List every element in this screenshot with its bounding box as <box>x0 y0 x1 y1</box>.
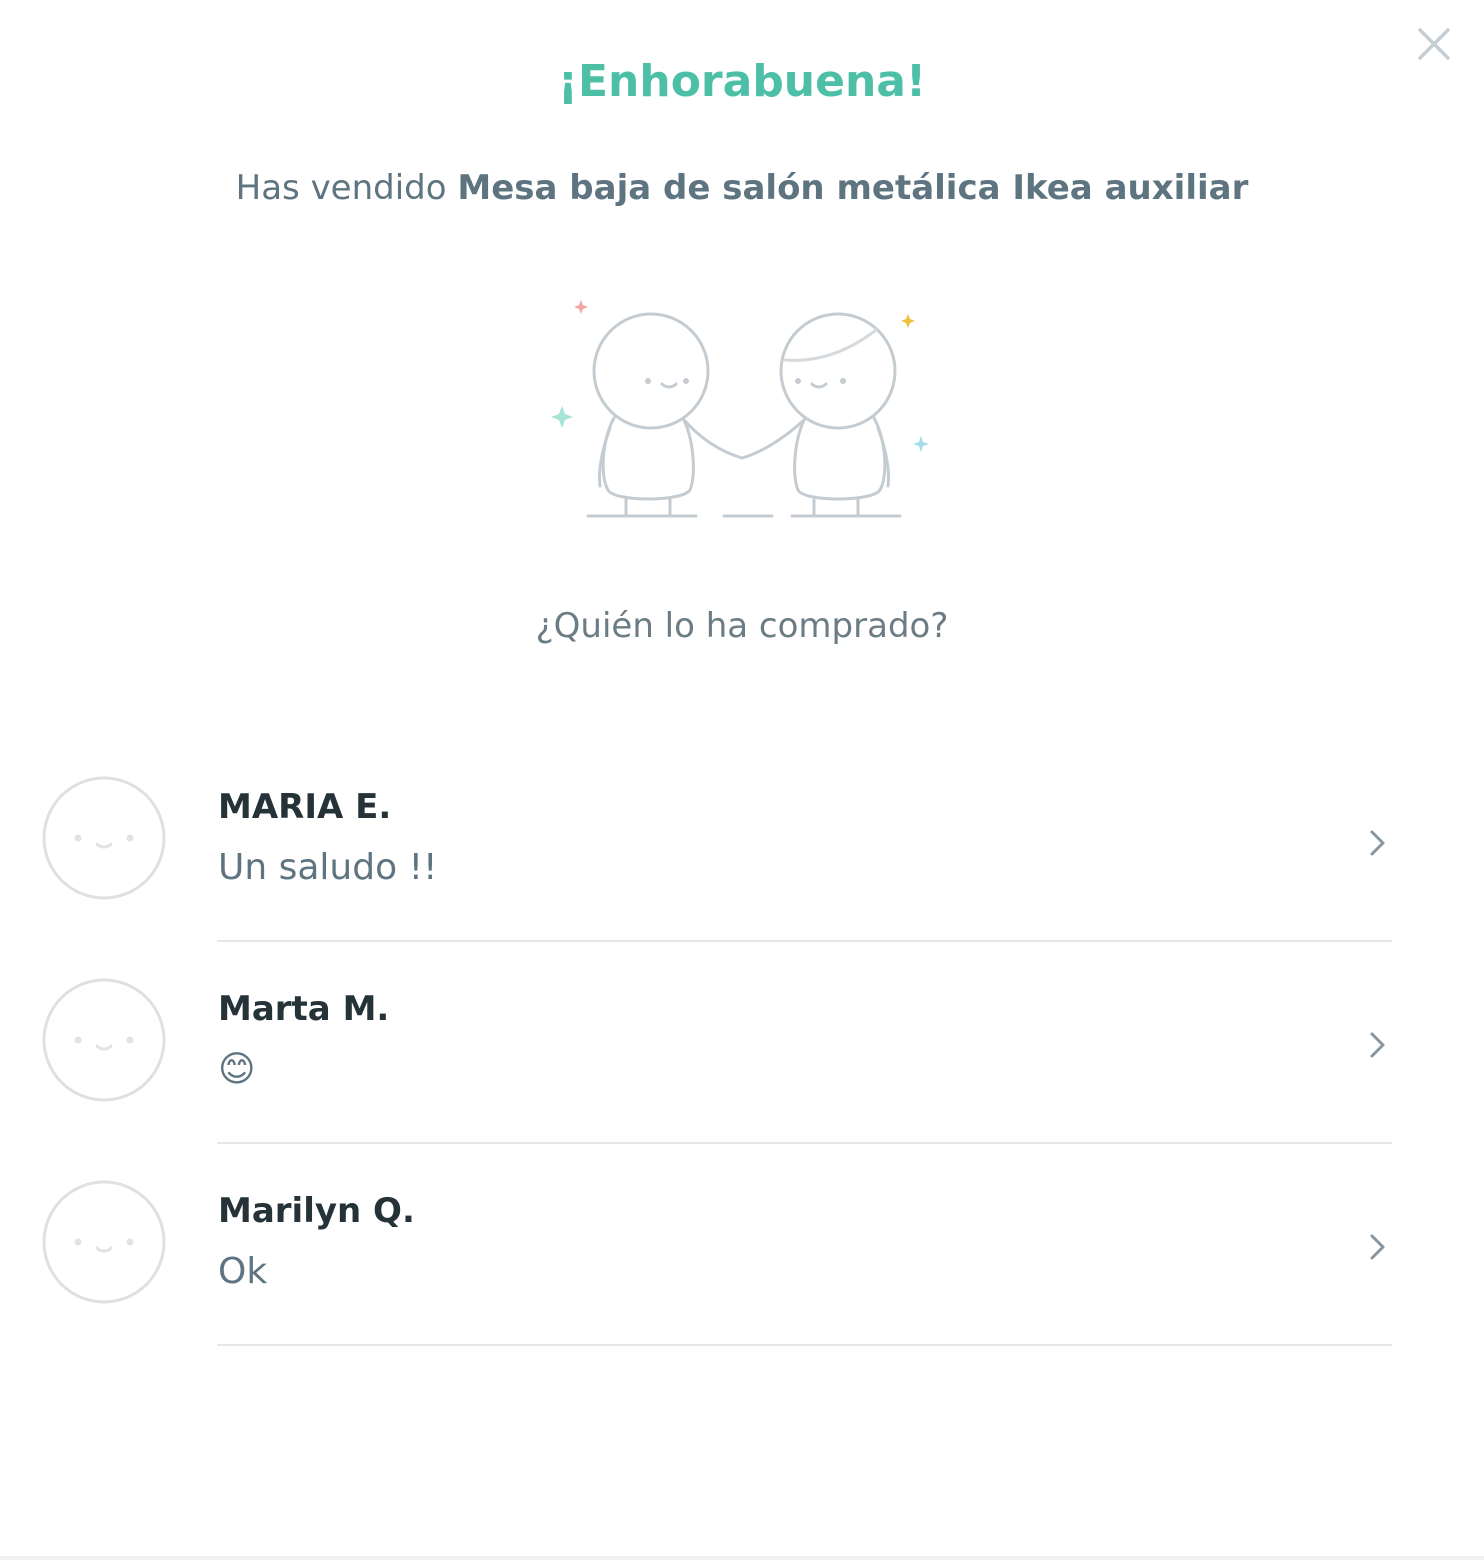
buyer-message: Ok <box>218 1251 268 1292</box>
chevron-right-icon <box>1370 1032 1385 1058</box>
sold-modal: ¡Enhorabuena! Has vendido Mesa baja de s… <box>0 0 1484 1560</box>
default-avatar-icon <box>42 1180 166 1304</box>
buyer-message: 😊 <box>218 1049 256 1090</box>
buyer-list: MARIA E. Un saludo !! Marta M. 😊 Marilyn… <box>0 740 1484 1346</box>
chevron-right-icon <box>1370 1234 1385 1260</box>
sold-prefix: Has vendido <box>235 168 458 208</box>
default-avatar-icon <box>42 776 166 900</box>
buyer-item[interactable]: Marilyn Q. Ok <box>0 1144 1484 1346</box>
buyer-question: ¿Quién lo ha comprado? <box>535 606 949 646</box>
product-name: Mesa baja de salón metálica Ikea auxilia… <box>457 168 1249 208</box>
buyer-message: Un saludo !! <box>218 847 438 888</box>
chevron-right-icon <box>1370 830 1385 856</box>
buyer-item[interactable]: Marta M. 😊 <box>0 942 1484 1144</box>
buyer-name: Marilyn Q. <box>218 1191 415 1231</box>
sold-message: Has vendido Mesa baja de salón metálica … <box>0 162 1484 214</box>
buyer-item[interactable]: MARIA E. Un saludo !! <box>0 740 1484 942</box>
buyer-name: Marta M. <box>218 989 390 1029</box>
divider <box>217 1344 1392 1346</box>
modal-title: ¡Enhorabuena! <box>557 56 927 107</box>
buyer-name: MARIA E. <box>218 787 392 827</box>
default-avatar-icon <box>42 978 166 1102</box>
handshake-illustration <box>551 300 929 518</box>
